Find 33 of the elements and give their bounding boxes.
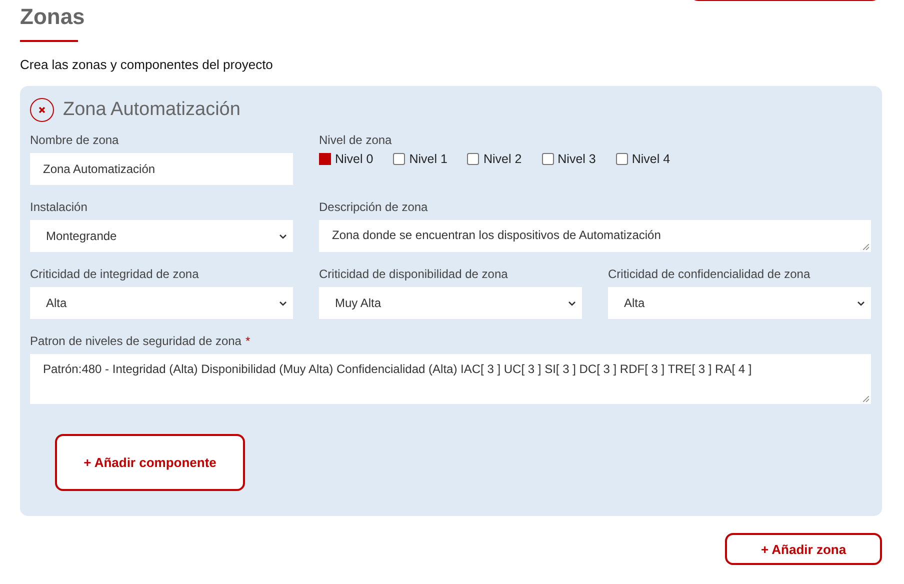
name-input[interactable]: Zona Automatización xyxy=(30,153,293,185)
field-label: Nombre de zona xyxy=(30,132,120,148)
criticality-select[interactable]: Alta xyxy=(30,287,293,319)
description-textarea[interactable]: Zona donde se encuentran los dispositivos de Automatización xyxy=(319,220,871,252)
level-checkbox[interactable]: Nivel 1 xyxy=(393,152,448,166)
page-subtitle: Crea las zonas y componentes del proyecto xyxy=(20,57,274,72)
field-label: Patron de niveles de seguridad de zona xyxy=(30,333,242,349)
add-zone-button[interactable]: + Añadir zona xyxy=(725,533,882,565)
field-label: Criticidad de integridad de zona xyxy=(30,266,200,282)
field-label: Nivel de zona xyxy=(319,132,393,148)
add-component-button[interactable]: + Añadir componente xyxy=(55,434,245,491)
required-mark: * xyxy=(245,333,250,349)
field-label: Criticidad de confidencialidad de zona xyxy=(608,266,812,282)
page-title: Zonas xyxy=(20,3,86,30)
installation-select[interactable]: Montegrande xyxy=(30,220,293,252)
zone-title: Zona Automatización xyxy=(63,99,240,121)
chevron-down-icon xyxy=(857,300,865,306)
close-icon[interactable] xyxy=(30,98,54,122)
chevron-down-icon xyxy=(279,300,287,306)
level-checkbox[interactable]: Nivel 0 xyxy=(319,152,374,166)
pattern-textarea[interactable]: Patrón:480 - Integridad (Alta) Disponibilidad (Muy Alta) Confidencialidad (Alta) IAC[ 3 ] UC[ 3 ] SI[ 3 ] DC[ 3 ] RDF[ 3 ] TRE[ 3 ] RA[ 4 ] xyxy=(30,354,871,404)
resize-handle-icon[interactable] xyxy=(863,244,869,250)
level-checkbox[interactable]: Nivel 2 xyxy=(467,152,522,166)
level-checkbox[interactable]: Nivel 4 xyxy=(616,152,670,166)
field-label: Descripción de zona xyxy=(319,199,429,215)
field-label: Criticidad de disponibilidad de zona xyxy=(319,266,509,282)
criticality-select[interactable]: Muy Alta xyxy=(319,287,582,319)
chevron-down-icon xyxy=(279,234,287,238)
field-label: Instalación xyxy=(30,199,88,215)
resize-handle-icon[interactable] xyxy=(863,396,869,402)
chevron-down-icon xyxy=(568,300,576,306)
level-checkbox[interactable]: Nivel 3 xyxy=(542,152,596,166)
criticality-select[interactable]: Alta xyxy=(608,287,871,319)
